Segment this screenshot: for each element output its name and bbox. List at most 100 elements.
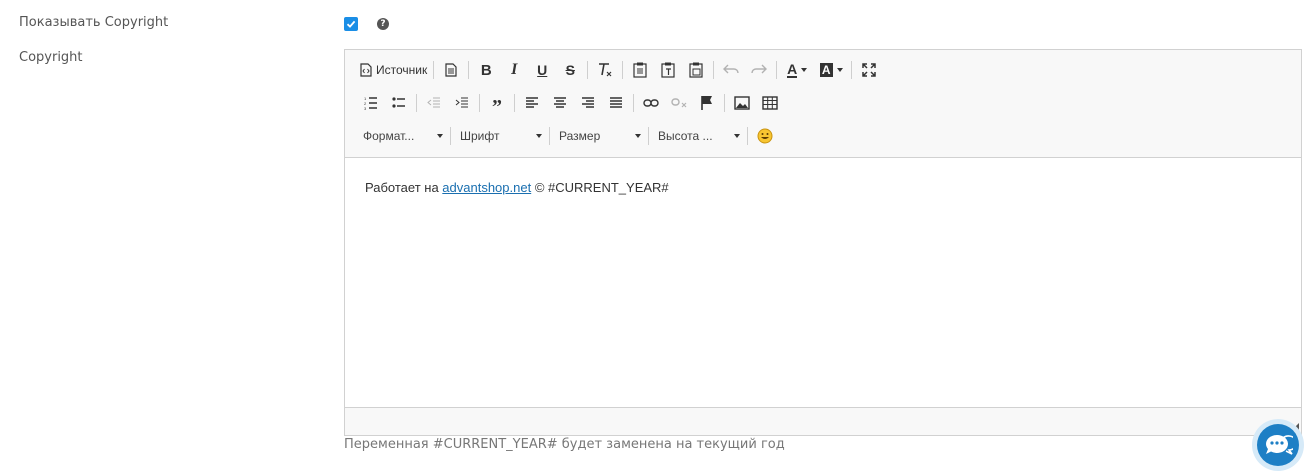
- unlink-icon: [671, 98, 687, 108]
- toolbar-separator: [587, 61, 589, 79]
- chevron-down-icon: [836, 68, 843, 72]
- toolbar-separator: [633, 94, 634, 112]
- numbered-list-button[interactable]: 123: [357, 90, 385, 116]
- remove-format-button[interactable]: [591, 57, 619, 83]
- underline-button[interactable]: U: [528, 57, 556, 83]
- bulleted-list-button[interactable]: [385, 90, 413, 116]
- chevron-down-icon: [734, 134, 740, 138]
- editor-toolbar: Источник B I U S A A 1 2 3 ” Формат... Ш…: [345, 50, 1301, 158]
- align-right-button[interactable]: [574, 90, 602, 116]
- chevron-down-icon: [536, 134, 542, 138]
- editor-statusbar: [345, 407, 1301, 435]
- blockquote-button[interactable]: ”: [483, 90, 511, 118]
- align-right-icon: [582, 97, 594, 108]
- source-label: Источник: [376, 63, 428, 77]
- background-color-button[interactable]: A: [814, 57, 848, 83]
- paste-text-button[interactable]: [654, 57, 682, 83]
- redo-button[interactable]: [745, 57, 773, 83]
- indent-button[interactable]: [448, 90, 476, 116]
- document-icon: [445, 63, 457, 77]
- image-button[interactable]: [728, 90, 756, 116]
- show-copyright-checkbox[interactable]: [344, 17, 358, 31]
- source-icon: [360, 63, 372, 77]
- undo-button[interactable]: [717, 57, 745, 83]
- paste-text-icon: [661, 62, 675, 78]
- toolbar-separator: [648, 127, 649, 145]
- toolbar-row-2: 123 ”: [357, 90, 784, 118]
- toolbar-separator: [713, 61, 715, 79]
- chevron-down-icon: [801, 68, 808, 72]
- hint-text: Переменная #CURRENT_YEAR# будет заменена…: [344, 437, 785, 452]
- text-color-button[interactable]: A: [780, 57, 814, 83]
- paste-word-icon: [689, 62, 703, 78]
- strikethrough-icon: S: [565, 62, 575, 78]
- line-height-dropdown-label: Высота ...: [658, 129, 713, 143]
- align-justify-button[interactable]: [602, 90, 630, 116]
- link-icon: [643, 99, 659, 107]
- editor-content[interactable]: Работает на advantshop.net © #CURRENT_YE…: [345, 158, 1301, 408]
- paste-button[interactable]: [626, 57, 654, 83]
- outdent-icon: [427, 97, 440, 108]
- font-dropdown[interactable]: Шрифт: [454, 124, 546, 148]
- align-left-button[interactable]: [518, 90, 546, 116]
- outdent-button[interactable]: [420, 90, 448, 116]
- emoji-icon: [757, 128, 773, 144]
- table-button[interactable]: [756, 90, 784, 116]
- anchor-button[interactable]: [693, 90, 721, 116]
- toolbar-separator: [747, 127, 748, 145]
- size-dropdown-label: Размер: [559, 129, 601, 143]
- toolbar-separator: [479, 94, 480, 112]
- bulleted-list-icon: [392, 97, 405, 108]
- chat-button-inner: [1257, 424, 1299, 466]
- paste-word-button[interactable]: [682, 57, 710, 83]
- italic-button[interactable]: I: [500, 57, 528, 83]
- chevron-down-icon: [635, 134, 641, 138]
- toolbar-separator: [549, 127, 550, 145]
- align-center-button[interactable]: [546, 90, 574, 116]
- toolbar-separator: [622, 61, 624, 79]
- toolbar-separator: [724, 94, 725, 112]
- toolbar-separator: [450, 127, 451, 145]
- toolbar-separator: [851, 61, 853, 79]
- checkmark-icon: [346, 20, 356, 28]
- help-icon[interactable]: ?: [377, 18, 389, 30]
- size-dropdown[interactable]: Размер: [553, 124, 645, 148]
- format-dropdown-label: Формат...: [363, 129, 415, 143]
- show-copyright-label: Показывать Copyright: [19, 15, 169, 30]
- chat-icon: [1265, 434, 1293, 455]
- format-dropdown[interactable]: Формат...: [357, 124, 447, 148]
- content-suffix: © #CURRENT_YEAR#: [531, 180, 669, 195]
- align-justify-icon: [610, 97, 622, 108]
- svg-text:3: 3: [364, 106, 367, 110]
- toolbar-row-3: Формат... Шрифт Размер Высота ...: [357, 123, 779, 149]
- content-prefix: Работает на: [365, 180, 443, 195]
- toolbar-separator: [433, 61, 435, 79]
- bold-button[interactable]: B: [472, 57, 500, 83]
- copyright-label: Copyright: [19, 50, 83, 65]
- maximize-icon: [862, 63, 876, 77]
- remove-format-icon: [599, 63, 612, 77]
- anchor-flag-icon: [701, 96, 712, 110]
- toolbar-separator: [468, 61, 470, 79]
- document-button[interactable]: [437, 57, 465, 83]
- toolbar-separator: [776, 61, 778, 79]
- maximize-button[interactable]: [855, 57, 883, 83]
- background-color-icon: A: [819, 63, 833, 77]
- italic-icon: I: [511, 61, 518, 78]
- emoji-button[interactable]: [751, 123, 779, 149]
- undo-icon: [723, 64, 739, 74]
- text-color-icon: A: [787, 61, 798, 78]
- link-button[interactable]: [637, 90, 665, 116]
- strikethrough-button[interactable]: S: [556, 57, 584, 83]
- chat-button[interactable]: [1252, 419, 1304, 471]
- blockquote-icon: ”: [492, 96, 502, 118]
- source-button[interactable]: Источник: [357, 57, 430, 83]
- table-icon: [762, 96, 778, 110]
- toolbar-row-1: Источник B I U S A A: [357, 57, 883, 83]
- unlink-button[interactable]: [665, 90, 693, 116]
- toolbar-separator: [514, 94, 515, 112]
- align-left-icon: [526, 97, 538, 108]
- content-link[interactable]: advantshop.net: [442, 180, 531, 195]
- font-dropdown-label: Шрифт: [460, 129, 500, 143]
- line-height-dropdown[interactable]: Высота ...: [652, 124, 744, 148]
